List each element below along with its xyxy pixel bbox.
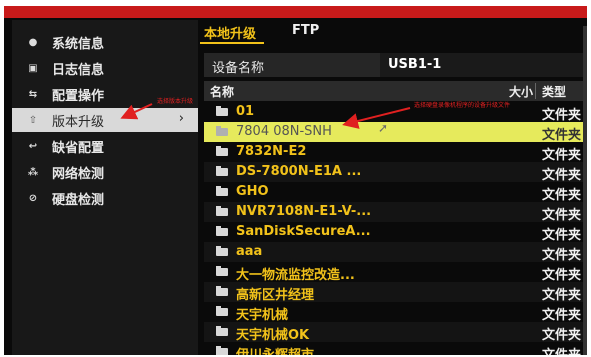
file-name: 01 [236, 104, 255, 119]
default-config-icon: ↩ [28, 140, 38, 152]
folder-icon [216, 106, 228, 116]
file-row[interactable]: 7804 08N-SNH 文件夹 [204, 122, 587, 143]
file-table-header: 名称 大小 类型 [204, 81, 587, 101]
file-list: 01 文件夹 7804 08N-SNH 文件夹 7832N-E2 文件夹 DS-7800N-… [204, 102, 587, 355]
tab-bar: 本地升级 FTP [200, 20, 587, 44]
folder-icon [216, 166, 228, 176]
file-type: 文件夹 [542, 108, 582, 123]
file-type: 文件夹 [542, 308, 582, 323]
file-type: 文件夹 [542, 168, 582, 183]
file-row[interactable]: NVR7108N-E1-V-... 文件夹 [204, 202, 587, 223]
sidebar-item-label: 日志信息 [52, 62, 105, 78]
file-type: 文件夹 [542, 128, 582, 143]
upgrade-panel: 本地升级 FTP 设备名称 USB1-1 名称 大小 类型 01 文件夹 7804 … [200, 20, 587, 355]
file-type: 文件夹 [542, 228, 582, 243]
file-name: 天宇机械OK [236, 328, 310, 343]
file-name: aaa [236, 244, 263, 259]
file-type: 文件夹 [542, 328, 582, 343]
sidebar-item-label: 网络检测 [52, 166, 105, 182]
sidebar-item-network[interactable]: ⁂ 网络检测 [12, 160, 198, 184]
tab-local-upgrade[interactable]: 本地升级 [204, 23, 256, 42]
top-title-strip [4, 6, 587, 18]
folder-icon [216, 206, 228, 216]
sidebar-item-upgrade[interactable]: ⇧ 版本升级 › [12, 108, 198, 132]
upgrade-icon: ⇧ [28, 114, 38, 126]
column-header-size[interactable]: 大小 [509, 83, 533, 100]
file-row[interactable]: 01 文件夹 [204, 102, 587, 123]
network-icon: ⁂ [27, 166, 39, 178]
disk-icon: ⊘ [28, 192, 38, 204]
file-row[interactable]: 伊川永辉超市 文件夹 [204, 342, 587, 355]
column-header-name[interactable]: 名称 [210, 83, 234, 100]
file-name: 天宇机械 [236, 308, 289, 323]
column-divider[interactable] [535, 83, 536, 99]
annotation-caption-left: 选择版本升级 [157, 98, 194, 105]
log-icon: ▣ [28, 62, 38, 74]
folder-icon [216, 146, 228, 156]
sidebar-item-default-config[interactable]: ↩ 缺省配置 [12, 134, 198, 158]
sidebar-item-info[interactable]: ● 系统信息 [12, 30, 198, 54]
file-type: 文件夹 [542, 208, 582, 223]
file-row[interactable]: SanDiskSecureA... 文件夹 [204, 222, 587, 243]
annotation-caption-right: 选择硬盘录像机程序的设备升级文件 [414, 102, 511, 109]
file-row[interactable]: GHO 文件夹 [204, 182, 587, 203]
folder-icon [216, 286, 228, 296]
sidebar-item-label: 硬盘检测 [52, 192, 105, 208]
file-name: 伊川永辉超市 [236, 344, 314, 355]
column-header-type[interactable]: 类型 [542, 83, 566, 100]
file-type: 文件夹 [542, 268, 582, 283]
device-name-row: 设备名称 USB1-1 [204, 53, 587, 77]
file-name: GHO [236, 184, 269, 199]
folder-icon [216, 306, 228, 316]
sidebar-item-log[interactable]: ▣ 日志信息 [12, 56, 198, 80]
active-tab-underline [200, 42, 264, 44]
scrollbar[interactable] [583, 26, 587, 355]
info-icon: ● [28, 36, 38, 48]
file-name: 高新区井经理 [236, 288, 315, 303]
folder-icon [216, 266, 228, 276]
folder-icon [216, 186, 228, 196]
device-name-label: 设备名称 [212, 61, 265, 76]
folder-icon [216, 346, 228, 355]
file-name: NVR7108N-E1-V-... [236, 204, 372, 219]
chevron-right-icon: › [178, 111, 184, 126]
file-row[interactable]: 大一物流监控改造... 文件夹 [204, 262, 587, 283]
tab-ftp[interactable]: FTP [292, 23, 319, 38]
folder-icon [216, 226, 228, 236]
file-row[interactable]: 天宇机械 文件夹 [204, 302, 587, 323]
sidebar-item-label: 系统信息 [52, 36, 105, 52]
mouse-cursor-icon: ➚ [378, 121, 389, 135]
file-row[interactable]: 高新区井经理 文件夹 [204, 282, 587, 303]
folder-icon [216, 326, 228, 336]
sidebar-item-label: 缺省配置 [52, 140, 105, 156]
sidebar-item-label: 版本升级 [52, 114, 105, 130]
file-name: DS-7800N-E1A ... [236, 164, 362, 179]
file-row[interactable]: 天宇机械OK 文件夹 [204, 322, 587, 343]
file-type: 文件夹 [542, 344, 587, 355]
config-icon: ⇆ [28, 88, 38, 100]
device-select[interactable]: USB1-1 [380, 53, 587, 77]
file-type: 文件夹 [542, 248, 582, 263]
folder-icon [216, 246, 228, 256]
sidebar-menu: ● 系统信息 ▣ 日志信息 ⇆ 配置操作 ⇧ 版本升级 › ↩ 缺省配置 ⁂ 网络检测 ⊘ 硬盘检测 [12, 20, 198, 355]
file-type: 文件夹 [542, 288, 582, 303]
file-name: 大一物流监控改造... [236, 268, 355, 283]
file-row[interactable]: DS-7800N-E1A ... 文件夹 [204, 162, 587, 183]
file-row[interactable]: aaa 文件夹 [204, 242, 587, 263]
file-name: SanDiskSecureA... [236, 224, 371, 239]
file-row[interactable]: 7832N-E2 文件夹 [204, 142, 587, 163]
sidebar-item-disk[interactable]: ⊘ 硬盘检测 [12, 186, 198, 210]
file-type: 文件夹 [542, 148, 582, 163]
sidebar-item-label: 配置操作 [52, 88, 105, 104]
folder-icon [216, 126, 228, 136]
file-name: 7804 08N-SNH [236, 124, 332, 139]
file-name: 7832N-E2 [236, 144, 307, 159]
nvr-screen: ● 系统信息 ▣ 日志信息 ⇆ 配置操作 ⇧ 版本升级 › ↩ 缺省配置 ⁂ 网络检测 ⊘ 硬盘检测 本地升… [4, 6, 587, 355]
file-type: 文件夹 [542, 188, 582, 203]
